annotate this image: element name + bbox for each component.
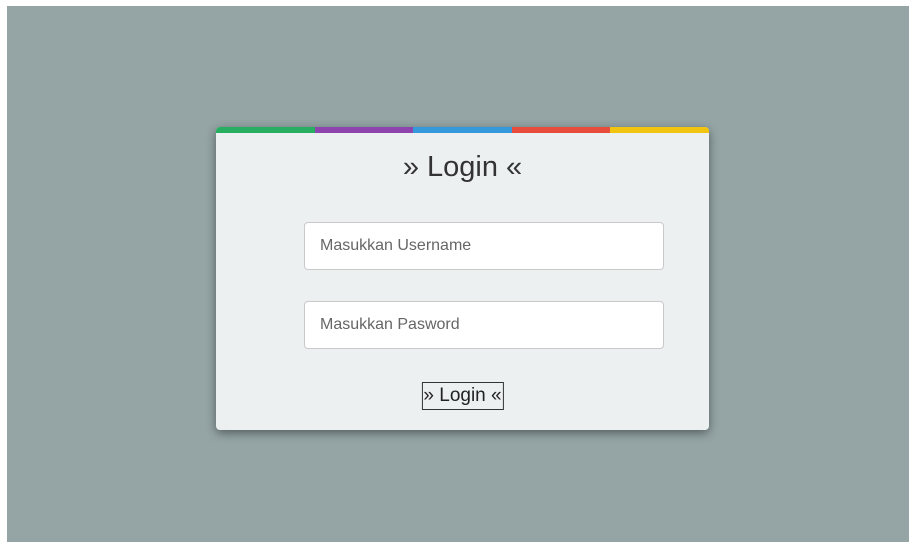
strip-segment-blue bbox=[413, 127, 512, 133]
password-input[interactable] bbox=[304, 301, 664, 349]
strip-segment-purple bbox=[314, 127, 414, 133]
login-card: » Login « » Login « bbox=[216, 127, 709, 430]
strip-segment-yellow bbox=[610, 127, 709, 133]
strip-segment-green bbox=[216, 127, 315, 133]
color-strip bbox=[216, 127, 709, 133]
strip-segment-red bbox=[511, 127, 611, 133]
login-title: » Login « bbox=[402, 151, 523, 183]
page-background: » Login « » Login « bbox=[7, 6, 909, 542]
username-input[interactable] bbox=[304, 222, 664, 270]
login-button[interactable]: » Login « bbox=[421, 382, 504, 410]
